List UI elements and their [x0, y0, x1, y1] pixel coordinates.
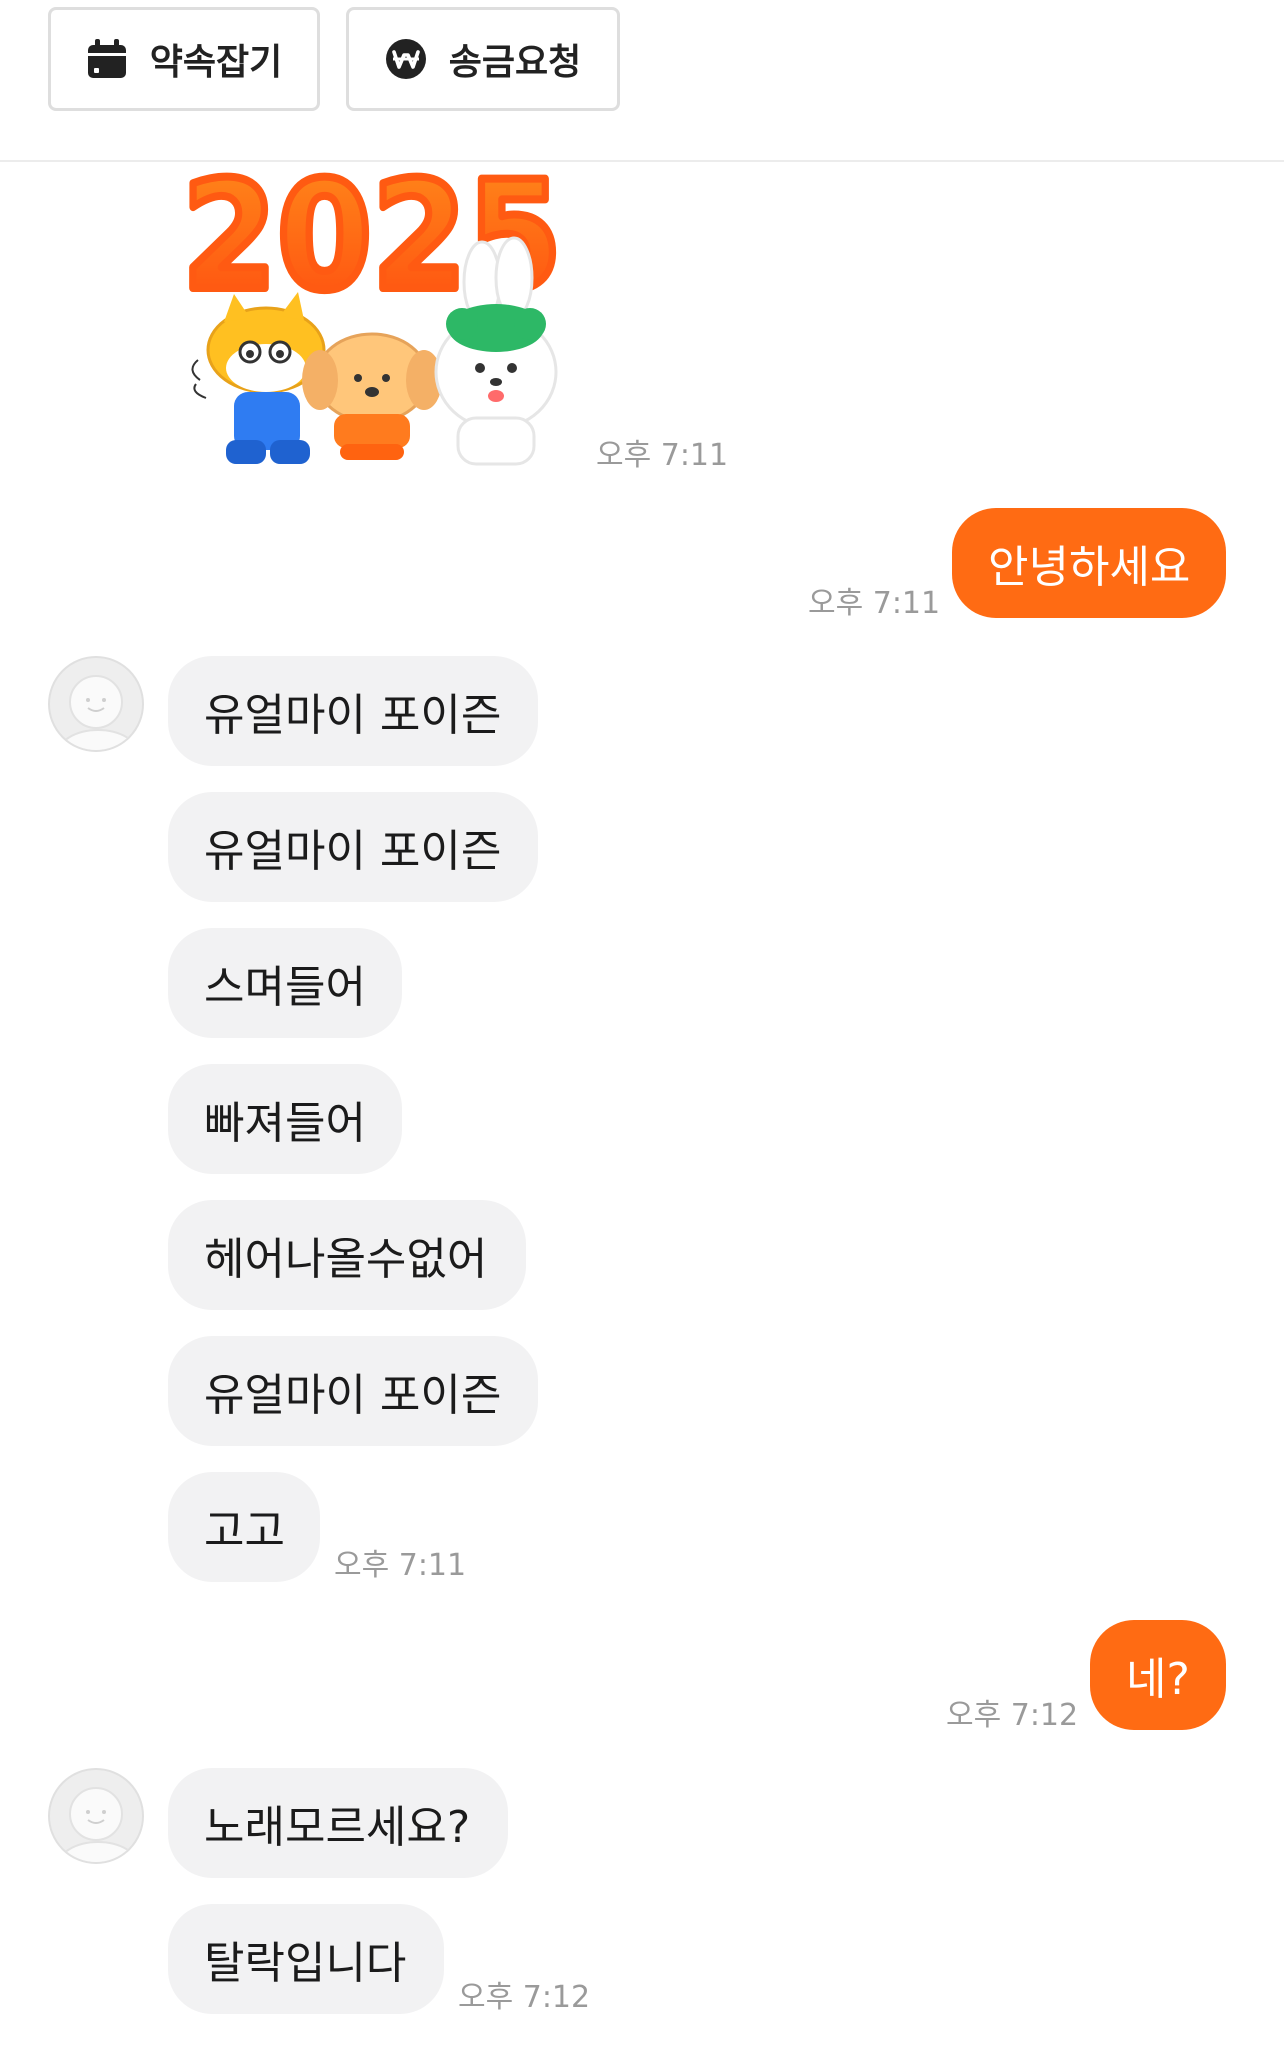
outgoing-message-bubble[interactable]: 네? — [1090, 1620, 1226, 1730]
chat-action-bar: 약속잡기 송금요청 — [0, 0, 1284, 162]
incoming-message-bubble[interactable]: 헤어나올수없어 — [168, 1200, 526, 1310]
remit-request-label: 송금요청 — [448, 42, 582, 83]
message-timestamp: 오후 7:11 — [808, 586, 941, 621]
won-coin-icon — [385, 38, 427, 80]
message-timestamp: 오후 7:11 — [334, 1548, 467, 1583]
appointment-label: 약속잡기 — [149, 42, 283, 83]
message-timestamp: 오후 7:12 — [458, 1980, 591, 2015]
default-profile-icon — [57, 1787, 139, 1862]
default-profile-icon — [57, 675, 139, 750]
incoming-message-bubble[interactable]: 빠져들어 — [168, 1064, 402, 1174]
sticker-2025[interactable]: 2025 — [176, 146, 568, 480]
incoming-message-bubble[interactable]: 스며들어 — [168, 928, 402, 1038]
appointment-button[interactable]: 약속잡기 — [48, 7, 320, 111]
incoming-message-bubble[interactable]: 유얼마이 포이즌 — [168, 792, 538, 902]
message-timestamp: 오후 7:12 — [946, 1698, 1079, 1733]
calendar-icon — [86, 38, 128, 80]
dog-character — [302, 332, 442, 460]
incoming-message-bubble[interactable]: 노래모르세요? — [168, 1768, 508, 1878]
remit-request-button[interactable]: 송금요청 — [346, 7, 620, 111]
avatar[interactable] — [48, 1768, 144, 1864]
incoming-message-bubble[interactable]: 유얼마이 포이즌 — [168, 656, 538, 766]
incoming-message-bubble[interactable]: 유얼마이 포이즌 — [168, 1336, 538, 1446]
avatar[interactable] — [48, 656, 144, 752]
outgoing-message-bubble[interactable]: 안녕하세요 — [952, 508, 1226, 618]
incoming-message-bubble[interactable]: 고고 — [168, 1472, 320, 1582]
message-timestamp: 오후 7:11 — [596, 438, 729, 473]
incoming-message-bubble[interactable]: 탈락입니다 — [168, 1904, 444, 2014]
